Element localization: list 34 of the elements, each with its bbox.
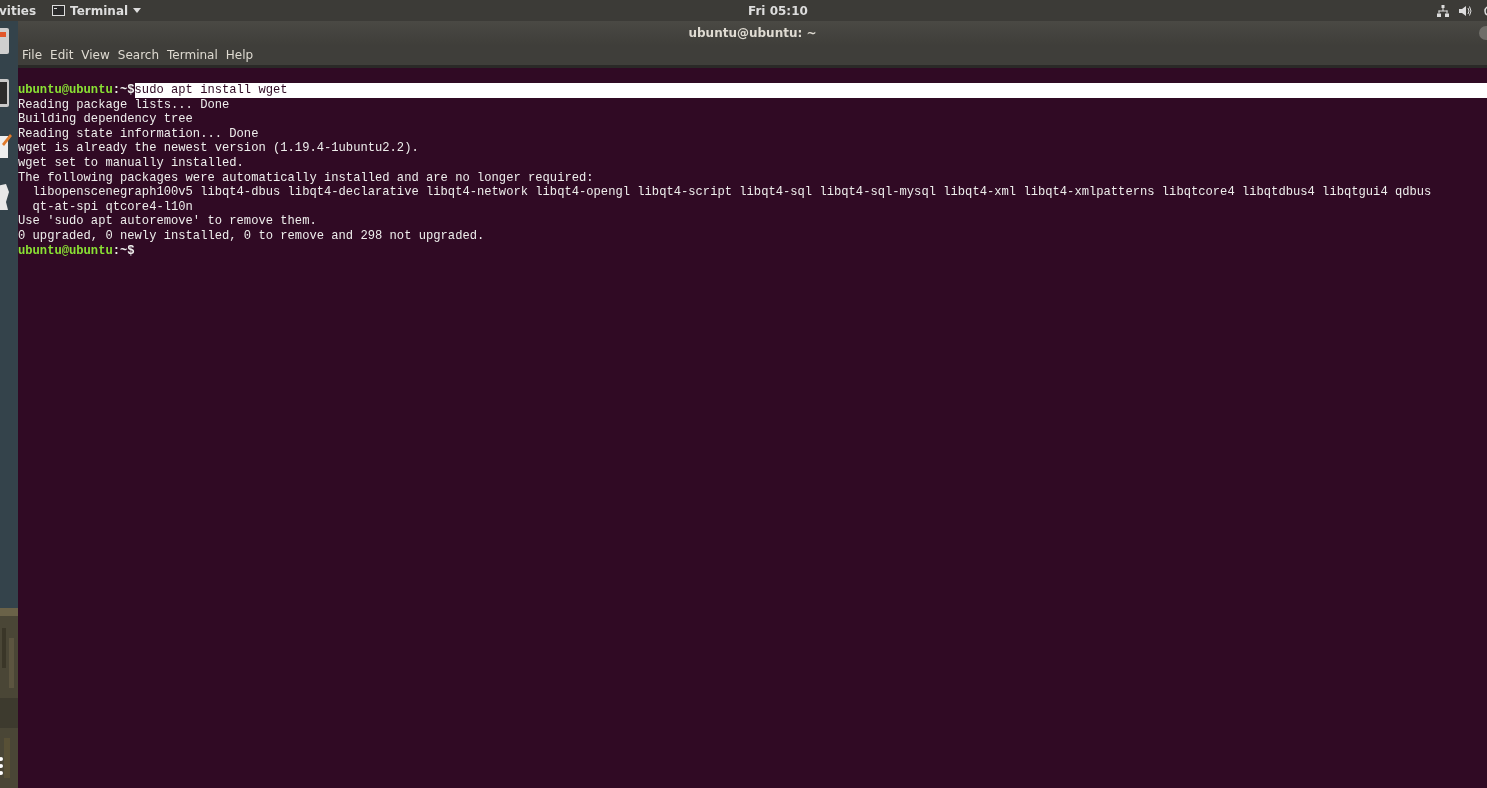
terminal-icon <box>52 5 66 16</box>
network-icon[interactable] <box>1437 4 1449 17</box>
app-icon[interactable] <box>0 182 10 212</box>
clock[interactable]: Fri 05:10 <box>748 3 808 18</box>
output-line: Use 'sudo apt autoremove' to remove them. <box>18 214 317 229</box>
app-icon[interactable] <box>0 26 10 56</box>
caret-icon <box>133 8 142 13</box>
prompt-path: :~$ <box>112 83 135 98</box>
prompt-user: ubuntu@ubuntu <box>18 83 113 98</box>
activities-button[interactable]: vities <box>0 3 37 18</box>
command-text: sudo apt install wget <box>134 83 1487 98</box>
power-icon[interactable] <box>1482 4 1487 17</box>
terminal-icon[interactable] <box>0 78 10 108</box>
output-line: 0 upgraded, 0 newly installed, 0 to remove and 298 not upgraded. <box>18 228 485 243</box>
menu-item[interactable]: Help <box>225 48 254 62</box>
output-line: Building dependency tree <box>18 112 193 127</box>
menu-item[interactable]: File <box>22 48 43 62</box>
output-line: The following packages were automatically installed and are no longer required: <box>18 170 594 185</box>
app-menu[interactable]: Terminal <box>52 3 142 18</box>
volume-icon[interactable] <box>1459 4 1472 17</box>
output-line: qt-at-spi qtcore4-l10n <box>31 199 193 214</box>
output-line: libopenscenegraph100v5 libqt4-dbus libqt4-declarative libqt4-network libqt4-opengl libqt4-script libqt4-sql libqt4-sql-mysql libqt4-xml libqt4-xmlpatterns libqtcore4 libqtdbus4 libqtgui4 qdbus <box>31 185 1432 200</box>
output-line: wget set to manually installed. <box>18 155 244 170</box>
output-line: Reading package lists... Done <box>18 97 230 112</box>
menu-item[interactable]: Edit <box>50 48 74 62</box>
prompt-user: ubuntu@ubuntu <box>18 243 113 259</box>
menu-item[interactable]: Search <box>117 48 160 62</box>
output-line: Reading state information... Done <box>18 126 259 141</box>
menu-item[interactable]: Terminal <box>167 48 218 62</box>
show-apps-icon[interactable] <box>0 756 4 776</box>
menu-item[interactable]: View <box>81 48 110 62</box>
output-line: wget is already the newest version (1.19.4-1ubuntu2.2). <box>18 141 419 156</box>
prompt-path: :~$ <box>112 243 135 259</box>
window-title: ubuntu@ubuntu: ~ <box>688 26 817 40</box>
